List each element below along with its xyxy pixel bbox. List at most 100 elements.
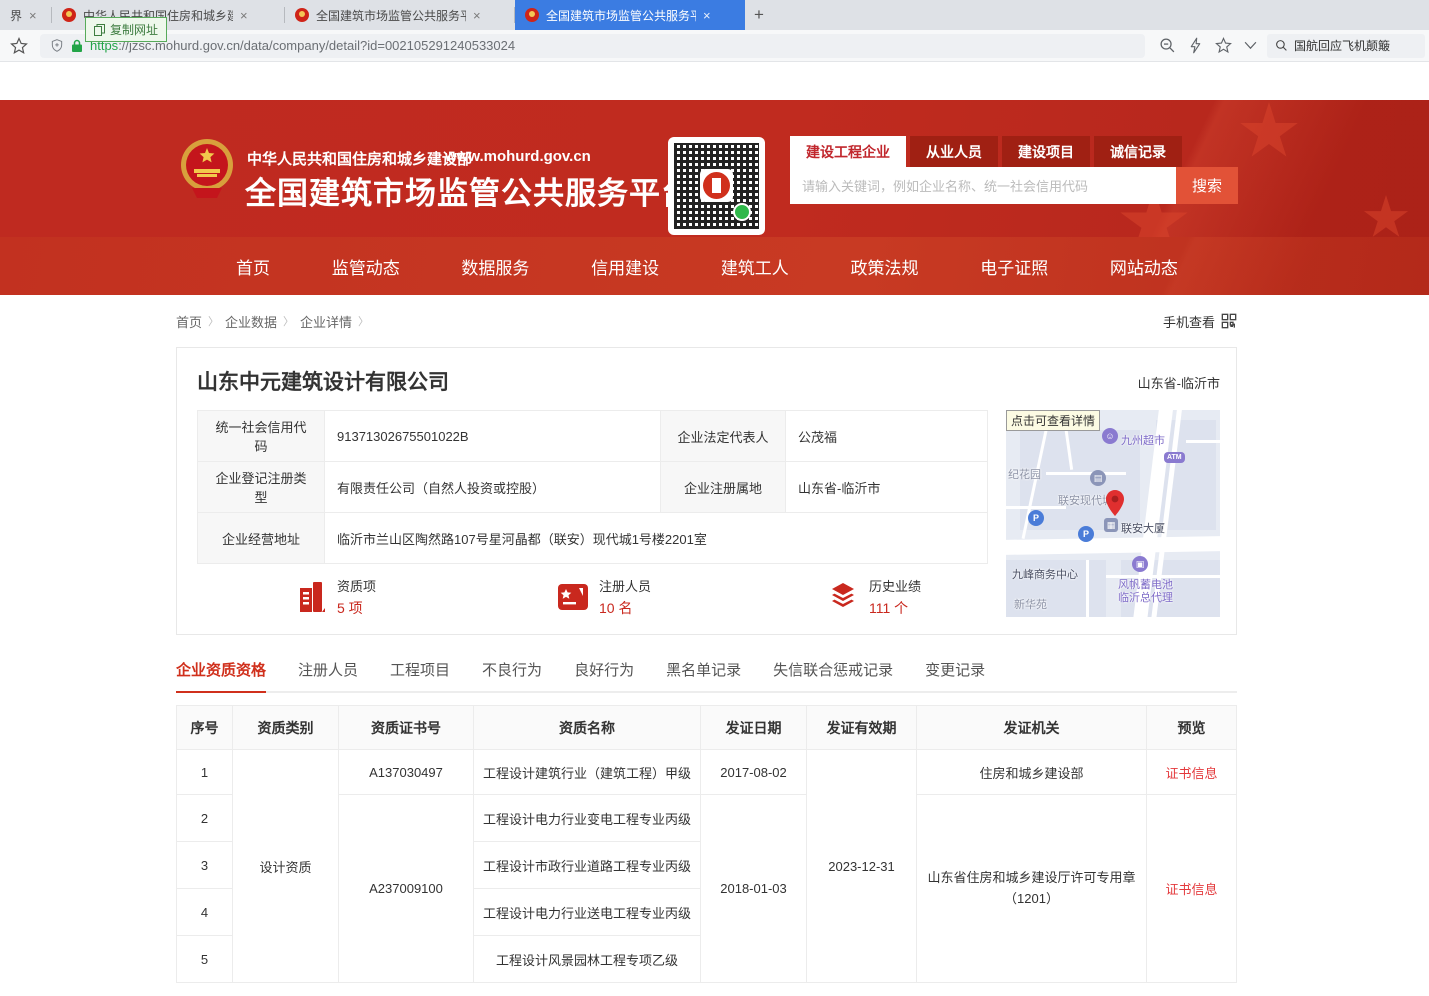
- tab-dishonesty-records[interactable]: 失信联合惩戒记录: [773, 659, 893, 691]
- nav-item-supervision[interactable]: 监管动态: [332, 254, 400, 279]
- col-preview: 预览: [1147, 706, 1237, 750]
- favorite-star-icon[interactable]: [1215, 37, 1232, 54]
- flash-save-icon[interactable]: [1188, 37, 1203, 54]
- browser-tab-bar: 界 × 中华人民共和国住房和城乡建设 × 全国建筑市场监管公共服务平台 × 全国…: [0, 0, 1429, 30]
- company-region: 山东省-临沂市: [1138, 373, 1220, 392]
- mobile-view-control[interactable]: 手机查看: [1163, 312, 1237, 331]
- shield-permissions-icon[interactable]: [50, 38, 64, 53]
- nav-item-workers[interactable]: 建筑工人: [721, 254, 789, 279]
- flag-star-decoration: [1239, 102, 1299, 162]
- tab-title: 全国建筑市场监管公共服务平台: [546, 7, 696, 24]
- company-location-pin-icon[interactable]: [1106, 490, 1124, 516]
- search-bar: 请输入关键词，例如企业名称、统一社会信用代码 搜索: [790, 167, 1238, 204]
- browser-tab[interactable]: 界 ×: [0, 0, 52, 30]
- qr-code-pattern: [674, 143, 759, 229]
- store-pin-icon: ▣: [1132, 556, 1148, 572]
- search-icon: [1275, 39, 1288, 52]
- cell-index: 3: [177, 842, 233, 889]
- ministry-website: www.mohurd.gov.cn: [445, 148, 591, 165]
- browser-tab[interactable]: 全国建筑市场监管公共服务平台 ×: [285, 0, 515, 30]
- map-road: [1186, 440, 1220, 443]
- new-tab-button[interactable]: +: [745, 0, 773, 30]
- reg-type-value: 有限责任公司（自然人投资或控股）: [325, 462, 661, 513]
- tab-change-records[interactable]: 变更记录: [925, 659, 985, 691]
- url-bar[interactable]: https://jzsc.mohurd.gov.cn/data/company/…: [40, 34, 1145, 58]
- authority-line: 山东省住房和城乡建设厅许可专用章: [923, 868, 1140, 889]
- certificate-info-link[interactable]: 证书信息: [1165, 766, 1217, 781]
- certificate-icon: [557, 582, 589, 612]
- nav-item-policy[interactable]: 政策法规: [851, 254, 919, 279]
- breadcrumb-home[interactable]: 首页: [176, 312, 202, 331]
- zoom-out-icon[interactable]: [1159, 37, 1176, 54]
- qr-code-card: [668, 137, 765, 235]
- copy-icon: [94, 24, 105, 36]
- search-tab-enterprise[interactable]: 建设工程企业: [790, 136, 906, 167]
- company-summary-card: 山东中元建筑设计有限公司 山东省-临沂市 统一社会信用代码 9137130267…: [176, 347, 1237, 635]
- tab-good-behavior[interactable]: 良好行为: [574, 659, 634, 691]
- cell-cert-name: 工程设计建筑行业（建筑工程）甲级: [474, 750, 701, 795]
- nav-item-certificates[interactable]: 电子证照: [980, 254, 1048, 279]
- tab-close-icon[interactable]: ×: [473, 8, 481, 23]
- ministry-name: 中华人民共和国住房和城乡建设部: [247, 148, 472, 169]
- breadcrumb-company-data[interactable]: 企业数据: [225, 312, 277, 331]
- tab-blacklist[interactable]: 黑名单记录: [666, 659, 741, 691]
- map-label: 九峰商务中心: [1012, 566, 1078, 582]
- mobile-view-label[interactable]: 手机查看: [1163, 312, 1215, 331]
- quick-search-text: 国航回应飞机颠簸: [1294, 37, 1390, 54]
- map-label: 临沂总代理: [1118, 589, 1173, 605]
- site-nav: 首页 监管动态 数据服务 信用建设 建筑工人 政策法规 电子证照 网站动态: [0, 237, 1429, 295]
- cell-issue-date: 2018-01-03: [701, 795, 807, 983]
- tab-close-icon[interactable]: ×: [703, 8, 711, 23]
- stat-value[interactable]: 111 个: [869, 598, 921, 618]
- tab-bad-behavior[interactable]: 不良行为: [482, 659, 542, 691]
- search-button[interactable]: 搜索: [1176, 167, 1238, 204]
- table-row: 统一社会信用代码 91371302675501022B 企业法定代表人 公茂福: [198, 411, 988, 462]
- breadcrumb-separator: 〉: [208, 313, 219, 329]
- authority-line: （1201）: [923, 889, 1140, 910]
- tab-close-icon[interactable]: ×: [29, 8, 37, 23]
- main-content: 首页 〉 企业数据 〉 企业详情 〉 手机查看 山东中元建筑设计有限公司 山东省…: [176, 310, 1237, 983]
- nav-item-credit[interactable]: 信用建设: [591, 254, 659, 279]
- cell-authority: 山东省住房和城乡建设厅许可专用章 （1201）: [917, 795, 1147, 983]
- nav-item-data-service[interactable]: 数据服务: [461, 254, 529, 279]
- cell-category: 设计资质: [233, 750, 339, 983]
- search-tab-personnel[interactable]: 从业人员: [910, 136, 998, 167]
- tab-registered-personnel[interactable]: 注册人员: [298, 659, 358, 691]
- reg-region-value: 山东省-临沂市: [786, 462, 988, 513]
- nav-item-home[interactable]: 首页: [236, 254, 270, 279]
- search-tab-project[interactable]: 建设项目: [1002, 136, 1090, 167]
- tab-qualifications[interactable]: 企业资质资格: [176, 659, 266, 693]
- breadcrumb-separator: 〉: [358, 313, 369, 329]
- nav-item-site-news[interactable]: 网站动态: [1110, 254, 1178, 279]
- qr-center-logo: [700, 169, 733, 202]
- browser-tab-active[interactable]: 全国建筑市场监管公共服务平台 ×: [515, 0, 745, 30]
- cell-issue-date: 2017-08-02: [701, 750, 807, 795]
- stat-value[interactable]: 5 项: [337, 598, 376, 618]
- map-label: 纪花园: [1008, 466, 1041, 482]
- qr-code-icon[interactable]: [1221, 313, 1237, 329]
- tower-pin-icon: ▦: [1104, 518, 1118, 532]
- platform-title: 全国建筑市场监管公共服务平台: [245, 168, 693, 213]
- search-tab-credit[interactable]: 诚信记录: [1094, 136, 1182, 167]
- certificate-info-link[interactable]: 证书信息: [1165, 882, 1217, 897]
- browser-toolbar: https://jzsc.mohurd.gov.cn/data/company/…: [0, 30, 1429, 62]
- search-input[interactable]: 请输入关键词，例如企业名称、统一社会信用代码: [790, 167, 1176, 204]
- col-authority: 发证机关: [917, 706, 1147, 750]
- bookmark-star-icon[interactable]: [10, 37, 28, 55]
- map-label: 联安现代城: [1058, 492, 1113, 508]
- tab-title: 全国建筑市场监管公共服务平台: [316, 7, 466, 24]
- quick-search-box[interactable]: 国航回应飞机颠簸: [1267, 34, 1425, 58]
- chevron-down-icon[interactable]: [1244, 41, 1257, 50]
- atm-pin-icon: ATM: [1164, 452, 1185, 463]
- cell-validity: 2023-12-31: [807, 750, 917, 983]
- tab-close-icon[interactable]: ×: [240, 8, 248, 23]
- breadcrumb-company-detail[interactable]: 企业详情: [300, 312, 352, 331]
- credit-code-value: 91371302675501022B: [325, 411, 661, 462]
- tab-projects[interactable]: 工程项目: [390, 659, 450, 691]
- legal-rep-label: 企业法定代表人: [661, 411, 786, 462]
- stat-value[interactable]: 10 名: [599, 598, 651, 618]
- company-location-map[interactable]: 点击可查看详情 ☺ 九州超市 ATM 纪花园 ▤ 联安现代城 ▦ 联安大厦 P …: [1006, 410, 1220, 617]
- address-label: 企业经营地址: [198, 513, 325, 564]
- qualification-table: 序号 资质类别 资质证书号 资质名称 发证日期 发证有效期 发证机关 预览 1 …: [176, 705, 1237, 983]
- stat-historical-performance: 历史业绩 111 个: [827, 576, 921, 618]
